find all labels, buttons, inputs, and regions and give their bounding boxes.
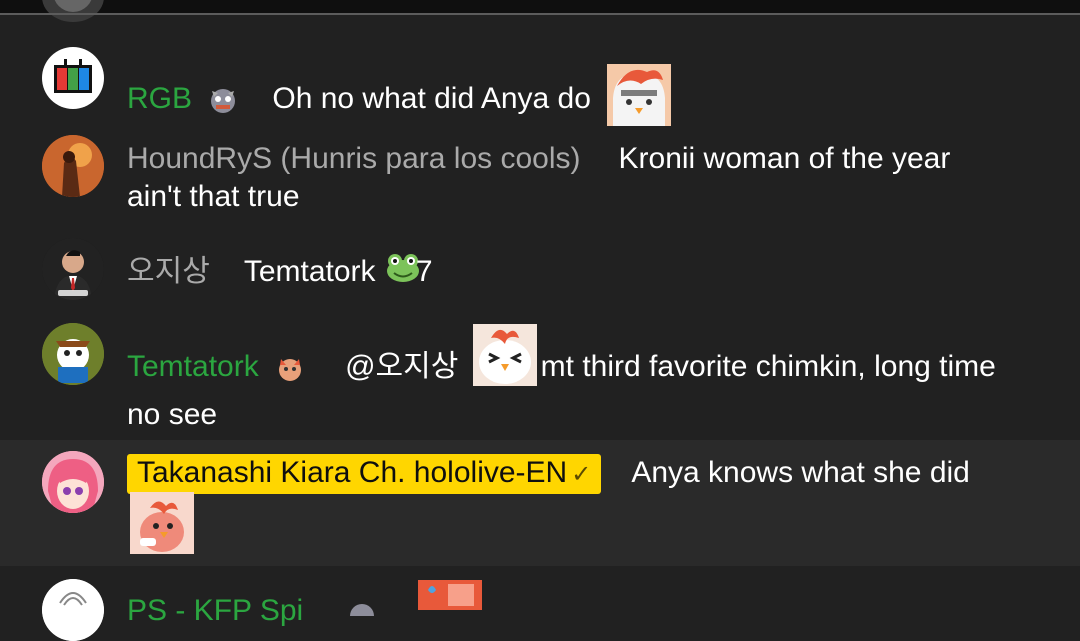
member-badge-icon [273, 351, 307, 385]
chat-message: HoundRyS (Hunris para los cools) Kronii w… [0, 128, 1080, 220]
chat-message: PS - KFP Spi [0, 572, 1080, 641]
author-name[interactable]: PS - KFP Spi [127, 594, 303, 627]
member-badge-icon [342, 596, 382, 628]
message-text-suffix: 7 [415, 255, 433, 288]
member-badge-icon [206, 83, 240, 117]
avatar[interactable] [42, 0, 104, 22]
chat-message-owner: Takanashi Kiara Ch. hololive-EN ✓ Anya kno… [0, 440, 1080, 566]
owner-author-name[interactable]: Takanashi Kiara Ch. hololive-EN ✓ [127, 454, 602, 494]
chat-message: 오지상 Temtatork 7 [0, 234, 1080, 304]
message-text: Anya knows what she did [631, 456, 970, 489]
author-name[interactable]: RGB [127, 82, 192, 115]
top-bar [0, 0, 1080, 14]
message-text: Temtatork [243, 255, 376, 288]
message-text: Oh no what did Anya do [272, 81, 591, 115]
avatar[interactable] [42, 47, 104, 109]
chat-message: RGB Oh no what did Anya do [0, 40, 1080, 126]
avatar[interactable] [42, 135, 104, 197]
author-name[interactable]: 오지상 [127, 255, 210, 288]
frog-emoji-icon [386, 253, 420, 293]
chicken-emote-icon [607, 64, 672, 136]
avatar[interactable] [42, 451, 104, 513]
chicken-emote-icon [130, 492, 194, 559]
avatar[interactable] [42, 323, 104, 385]
author-name[interactable]: Temtatork [127, 350, 259, 383]
divider [0, 13, 1080, 15]
avatar[interactable] [42, 238, 104, 300]
emote-icon [418, 580, 482, 615]
chicken-emote-icon [472, 324, 537, 396]
author-name[interactable]: HoundRyS (Hunris para los cools) [127, 142, 581, 175]
avatar[interactable] [42, 579, 104, 641]
chat-message: Temtatork @오지상 mt third favorite chimkin… [0, 318, 1080, 436]
mention[interactable]: @오지상 [345, 350, 458, 383]
verified-icon: ✓ [571, 461, 592, 488]
